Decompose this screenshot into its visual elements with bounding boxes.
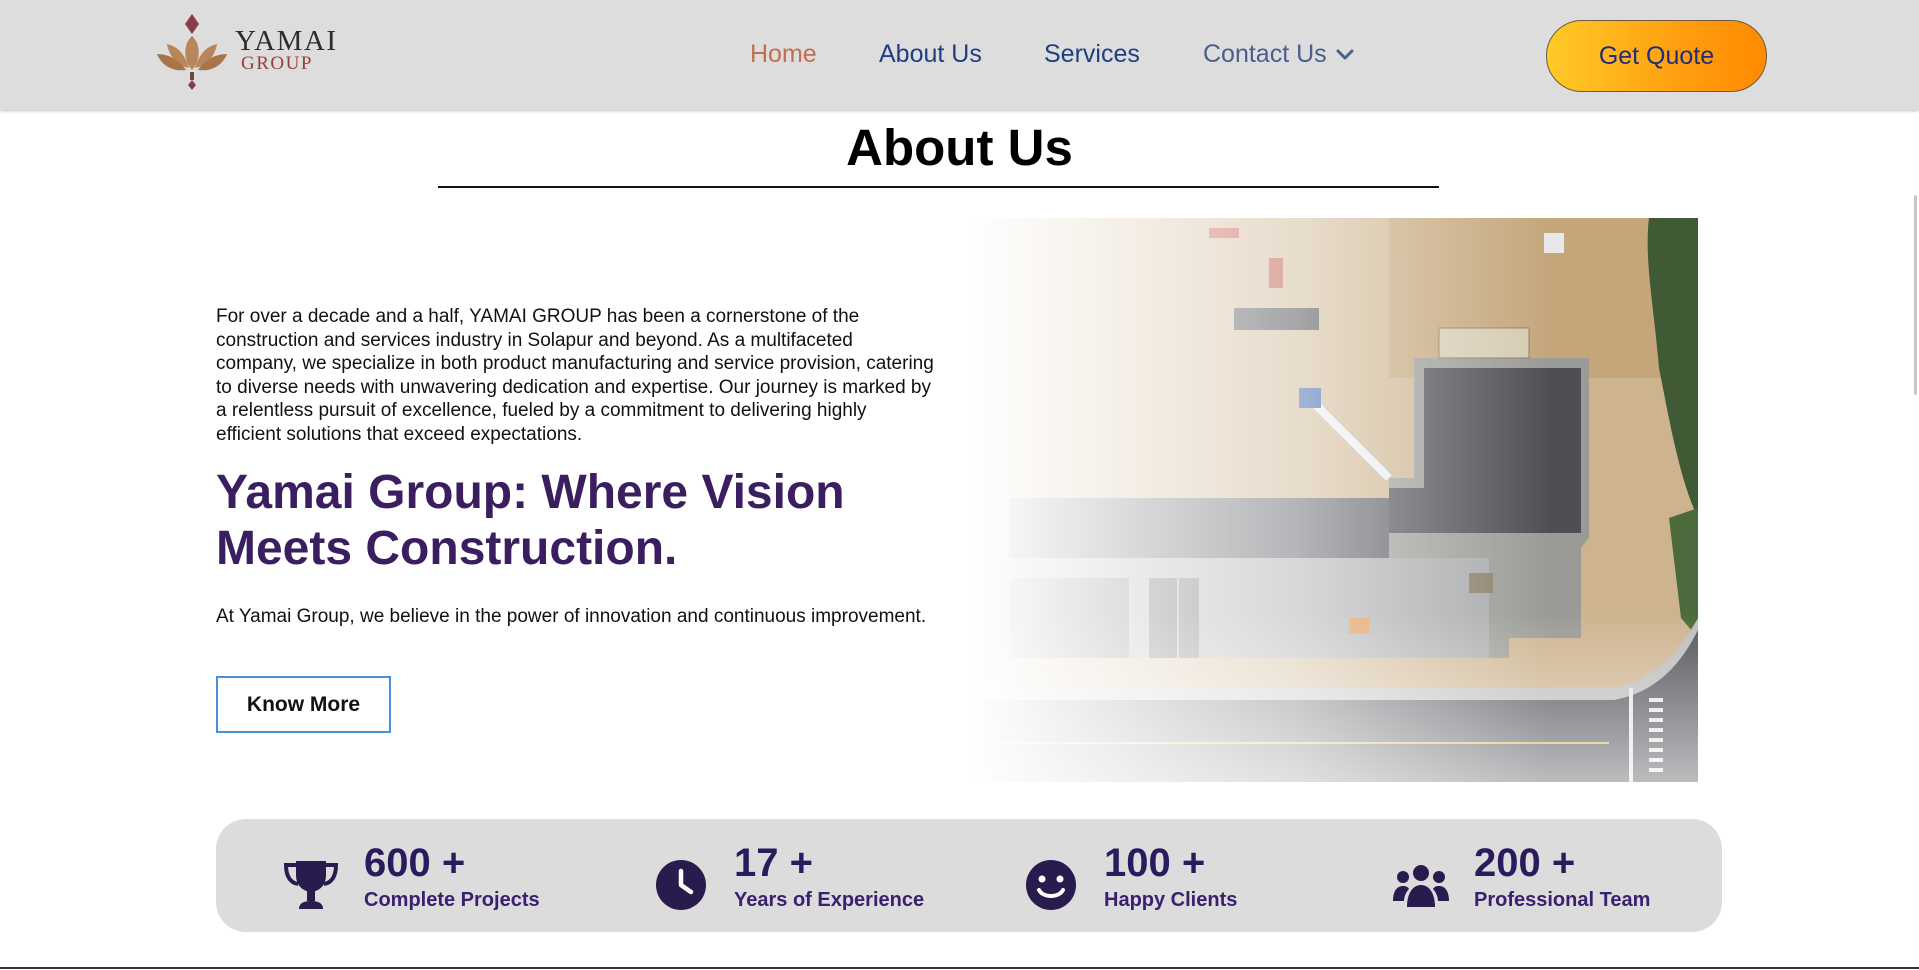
trophy-icon (283, 861, 339, 909)
nav-contact-label: Contact Us (1203, 40, 1327, 68)
stat-label: Happy Clients (1104, 889, 1238, 911)
tagline-heading: Yamai Group: Where Vision Meets Construc… (216, 466, 845, 575)
nav-contact-dropdown[interactable]: Contact Us (1203, 40, 1355, 69)
brand-name: YAMAI (235, 25, 338, 57)
stat-label: Complete Projects (364, 889, 540, 911)
know-more-button[interactable]: Know More (216, 676, 391, 733)
section-title: About Us (846, 119, 1073, 176)
team-icon (1393, 865, 1449, 907)
nav-home-link[interactable]: Home (750, 40, 817, 69)
chevron-down-icon (1336, 49, 1354, 59)
brand-logo[interactable]: YAMAI GROUP (155, 10, 345, 90)
clock-icon (656, 860, 706, 910)
get-quote-button[interactable]: Get Quote (1546, 20, 1767, 92)
title-divider (438, 186, 1439, 188)
stat-number: 200 + (1474, 841, 1576, 885)
stat-number: 17 + (734, 841, 813, 885)
lotus-logo-icon (157, 14, 227, 90)
construction-site-image (969, 218, 1698, 782)
section-divider (0, 967, 1919, 969)
scrollbar-thumb[interactable] (1914, 195, 1917, 395)
site-header: YAMAI GROUP Home About Us Services Conta… (0, 0, 1919, 110)
stat-number: 100 + (1104, 841, 1206, 885)
stat-number: 600 + (364, 841, 466, 885)
about-paragraph: For over a decade and a half, YAMAI GROU… (216, 306, 934, 445)
smiley-icon (1026, 860, 1076, 910)
stats-bar: 600 + Complete Projects 17 + Years of Ex… (216, 819, 1722, 932)
about-subtext: At Yamai Group, we believe in the power … (216, 606, 927, 627)
stat-label: Years of Experience (734, 889, 925, 911)
nav-about-link[interactable]: About Us (879, 40, 982, 69)
nav-services-link[interactable]: Services (1044, 40, 1140, 69)
stat-label: Professional Team (1474, 889, 1651, 911)
